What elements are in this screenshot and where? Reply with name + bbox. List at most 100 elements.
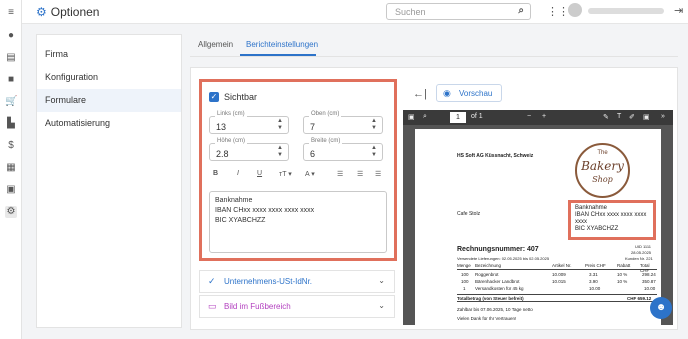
td: 3.31 bbox=[589, 272, 598, 277]
align-left-icon[interactable]: ☰ bbox=[337, 170, 343, 178]
chevron-down-icon[interactable]: ⌄ bbox=[378, 276, 385, 285]
italic-button[interactable]: I bbox=[237, 170, 239, 177]
menu-icon[interactable]: ≡ bbox=[5, 7, 17, 19]
th: Preis CHF bbox=[585, 263, 606, 268]
bank-text-preview: Banknahme IBAN CHxx xxxx xxxx xxxx xxxx … bbox=[568, 200, 656, 240]
text-tool-icon[interactable]: T bbox=[617, 113, 621, 120]
chevron-down-icon[interactable]: ⌄ bbox=[378, 301, 385, 310]
width-cm-field[interactable]: Breite (cm) 6 ▲ ▼ bbox=[303, 138, 383, 161]
check-circle-icon: ✓ bbox=[208, 276, 216, 286]
tab-berichteinstellungen[interactable]: Berichteinstellungen bbox=[246, 40, 318, 49]
total-value: CHF 659.12 bbox=[627, 296, 652, 301]
stepper-icon[interactable]: ▲ ▼ bbox=[371, 145, 377, 159]
td: 350.87 bbox=[642, 279, 656, 284]
accordion-ust-idnr[interactable]: ✓ Unternehmens-USt-IdNr. ⌄ bbox=[199, 270, 395, 293]
align-center-icon[interactable]: ☰ bbox=[357, 170, 363, 178]
settings-icon[interactable]: ⚙ bbox=[5, 206, 17, 218]
align-right-icon[interactable]: ☰ bbox=[375, 170, 381, 178]
sidebar-toggle-icon[interactable]: ▣ bbox=[408, 113, 415, 121]
left-cm-field[interactable]: Links (cm) 13 ▲ ▼ bbox=[209, 111, 289, 134]
contacts-icon[interactable]: ▤ bbox=[5, 52, 17, 64]
bank-line: Banknahme bbox=[575, 205, 608, 211]
chat-bot-icon[interactable]: ☻ bbox=[650, 297, 672, 319]
briefcase-icon[interactable]: ■ bbox=[5, 74, 17, 86]
tab-allgemein[interactable]: Allgemein bbox=[198, 40, 233, 49]
invoice-date: 28.05.2025 bbox=[631, 250, 652, 255]
left-cm-label: Links (cm) bbox=[215, 111, 247, 117]
active-tab-indicator bbox=[240, 54, 316, 56]
sidebar-item-formulare[interactable]: Formulare bbox=[37, 89, 181, 112]
logo-the: The bbox=[597, 150, 608, 156]
bold-button[interactable]: B bbox=[213, 170, 218, 177]
td: 10.00 bbox=[644, 286, 656, 291]
sender-line: HS Soft AG Küssnacht, Schweiz bbox=[457, 153, 534, 159]
stepper-icon[interactable]: ▲ ▼ bbox=[277, 145, 283, 159]
customer-number: Kunden Nr. 221 bbox=[625, 256, 653, 261]
td: 100 bbox=[461, 279, 469, 284]
editor-line: BIC XYABCHZZ bbox=[215, 217, 266, 224]
settings-sidebar: Firma Konfiguration Formulare Automatisi… bbox=[36, 34, 182, 328]
height-cm-label: Höhe (cm) bbox=[215, 138, 248, 144]
logo-bakery: Bakery bbox=[581, 159, 624, 173]
money-icon[interactable]: $ bbox=[5, 140, 17, 152]
draw-icon[interactable]: ✎ bbox=[603, 113, 609, 121]
ledger-icon[interactable]: ▦ bbox=[5, 162, 17, 174]
uid: UID 1111 bbox=[635, 244, 652, 249]
invoice-title: Rechnungsnummer: 407 bbox=[457, 246, 539, 253]
avatar[interactable] bbox=[568, 3, 582, 17]
ink-icon[interactable]: ✐ bbox=[629, 113, 635, 121]
zoom-in-icon[interactable]: + bbox=[542, 113, 546, 120]
bakery-logo: The Bakery Shop bbox=[575, 143, 630, 198]
cart-icon[interactable]: 🛒 bbox=[5, 96, 17, 108]
stepper-icon[interactable]: ▲ ▼ bbox=[371, 118, 377, 132]
search-input[interactable]: Suchen ⌕ bbox=[386, 3, 531, 20]
accordion-label: Unternehmens-USt-IdNr. bbox=[224, 277, 313, 286]
factory-icon[interactable]: ▙ bbox=[5, 118, 17, 130]
td: 10 % bbox=[617, 279, 628, 284]
thanks-line: Vielen Dank für Ihr Vertrauen! bbox=[457, 316, 517, 321]
image-tool-icon[interactable]: ▣ bbox=[643, 113, 650, 121]
underline-button[interactable]: U bbox=[257, 170, 262, 177]
zoom-out-icon[interactable]: − bbox=[527, 113, 531, 120]
clipboard-icon[interactable]: ▣ bbox=[5, 184, 17, 196]
top-cm-field[interactable]: Oben (cm) 7 ▲ ▼ bbox=[303, 111, 383, 134]
rich-text-toolbar: B I U тT ▾ A ▾ ☰ ☰ ☰ bbox=[209, 170, 386, 184]
sidebar-item-konfiguration[interactable]: Konfiguration bbox=[37, 66, 181, 89]
logo-shop: Shop bbox=[592, 175, 613, 184]
top-bar: ⚙ Optionen Suchen ⌕ ⋮⋮⋮ ⇥ bbox=[22, 0, 688, 24]
td: Bärenhacker Landbrot bbox=[475, 279, 520, 284]
search-placeholder: Suchen bbox=[395, 7, 426, 17]
td: Roggenbrot bbox=[475, 272, 499, 277]
stepper-icon[interactable]: ▲ ▼ bbox=[277, 118, 283, 132]
text-color-button[interactable]: A ▾ bbox=[305, 170, 315, 178]
bank-line: xxxx bbox=[575, 219, 587, 225]
th: Artikel Nr. bbox=[552, 263, 572, 268]
preview-button-label: Vorschau bbox=[459, 89, 493, 98]
search-icon[interactable]: ⌕ bbox=[518, 5, 524, 16]
accordion-bild-fussbereich[interactable]: ▭ Bild im Fußbereich ⌄ bbox=[199, 295, 395, 318]
pdf-toolbar: ▣ ⌕ 1 of 1 − + ✎ T ✐ ▣ » bbox=[403, 110, 673, 125]
recipient: Cafe Stolz bbox=[457, 211, 481, 217]
sidebar-item-automatisierung[interactable]: Automatisierung bbox=[37, 112, 181, 135]
height-cm-field[interactable]: Höhe (cm) 2.8 ▲ ▼ bbox=[209, 138, 289, 161]
user-name-redacted[interactable] bbox=[588, 8, 664, 14]
page-number-input[interactable]: 1 bbox=[450, 112, 466, 123]
font-size-button[interactable]: тT ▾ bbox=[279, 170, 292, 178]
bank-text-editor[interactable]: Banknahme IBAN CHxx xxxx xxxx xxxx xxxx … bbox=[209, 191, 387, 253]
more-icon[interactable]: » bbox=[661, 113, 665, 120]
collapse-arrow-icon[interactable]: ←| bbox=[413, 88, 427, 100]
accordion-label: Bild im Fußbereich bbox=[224, 302, 291, 311]
payment-terms: Zahlbar bis 07.06.2025, 10 Tage netto bbox=[457, 307, 533, 312]
preview-button[interactable]: ◉ Vorschau bbox=[436, 84, 502, 102]
td: 298.24 bbox=[642, 272, 656, 277]
person-icon[interactable]: ● bbox=[5, 30, 17, 42]
bank-line: IBAN CHxx xxxx xxxx xxxx bbox=[575, 212, 647, 218]
search-icon[interactable]: ⌕ bbox=[423, 113, 427, 121]
visible-checkbox[interactable]: ✓ bbox=[209, 92, 219, 102]
sidebar-item-firma[interactable]: Firma bbox=[37, 43, 181, 66]
invoice-subtitle: Versendete Lieferungen: 02.05.2025 bis 0… bbox=[457, 256, 550, 261]
image-icon: ▭ bbox=[208, 301, 217, 311]
logout-icon[interactable]: ⇥ bbox=[674, 4, 683, 17]
td: 10.009 bbox=[552, 272, 566, 277]
width-cm-value: 6 bbox=[310, 149, 316, 159]
